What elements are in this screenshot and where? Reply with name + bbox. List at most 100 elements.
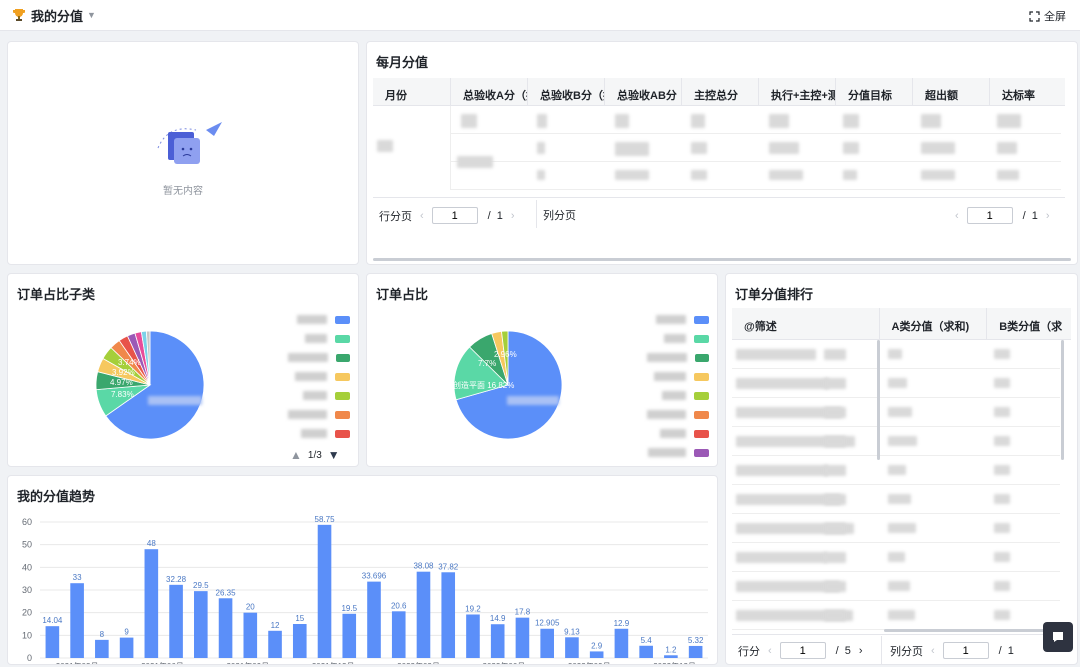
trend-bar[interactable] — [441, 572, 456, 658]
ranking-next-icon[interactable]: › — [859, 645, 863, 657]
trend-bar[interactable] — [540, 628, 554, 658]
legend-item[interactable] — [288, 367, 350, 386]
ranking-col-prev-icon[interactable]: ‹ — [931, 645, 935, 657]
col-header-a-sum[interactable]: A类分值（求和) — [880, 308, 988, 339]
trend-bar[interactable] — [490, 624, 505, 658]
bar-value-label: 9.13 — [564, 627, 580, 636]
col-header-ab-score[interactable]: 总验收AB分（ — [605, 78, 682, 105]
row-page-input[interactable] — [431, 207, 478, 224]
trend-bar[interactable] — [416, 571, 431, 658]
legend-swatch — [335, 334, 350, 343]
trend-bar[interactable] — [317, 524, 332, 658]
bar-value-label: 33 — [73, 573, 82, 582]
table-row[interactable] — [732, 514, 1060, 543]
trend-bar[interactable] — [218, 598, 233, 658]
score-trend-card: 我的分值趋势 0 10 20 30 40 50 60 14.04 33 8 9 48 32.28 29.5… — [7, 475, 718, 665]
bar-value-label: 26.35 — [216, 588, 237, 597]
trend-bar[interactable] — [144, 549, 159, 658]
legend-item[interactable] — [647, 310, 709, 329]
trend-bar[interactable] — [292, 624, 307, 658]
page-title[interactable]: 我的分值 — [31, 6, 83, 25]
legend-item[interactable] — [647, 443, 709, 462]
legend-item[interactable] — [647, 348, 709, 367]
trend-bar[interactable] — [95, 639, 109, 658]
trend-bar[interactable] — [664, 655, 678, 658]
col-header-master-score[interactable]: 主控总分 — [682, 78, 759, 105]
trend-bar[interactable] — [342, 613, 357, 658]
table-row[interactable] — [732, 456, 1060, 485]
ranking-prev-icon[interactable]: ‹ — [768, 645, 772, 657]
prev-page-icon[interactable]: ‹ — [420, 210, 424, 222]
trend-bar[interactable] — [119, 637, 134, 658]
trend-bar[interactable] — [589, 651, 604, 658]
trend-bar[interactable] — [70, 583, 84, 658]
legend-item[interactable] — [647, 386, 709, 405]
trend-bar[interactable] — [565, 637, 579, 658]
table-row[interactable] — [732, 340, 1060, 369]
trend-bar[interactable] — [639, 645, 653, 658]
legend-item[interactable] — [288, 310, 350, 329]
ranking-col-page-input[interactable] — [942, 642, 989, 659]
legend-item[interactable] — [288, 348, 350, 367]
trend-bar[interactable] — [688, 645, 703, 658]
legend-item[interactable] — [647, 405, 709, 424]
trend-bar[interactable] — [45, 626, 60, 658]
legend-prev-icon[interactable]: ▲ — [290, 448, 302, 462]
col-header-b-sum[interactable]: B类分值（求 — [987, 308, 1071, 339]
bar-value-label: 14.04 — [42, 616, 63, 625]
bar-value-label: 12.9 — [614, 619, 630, 628]
trend-bar[interactable] — [391, 611, 406, 658]
col-header-exec-total[interactable]: 执行+主控+测 — [759, 78, 836, 105]
sub-pie-label-1: 7.83% — [111, 390, 134, 399]
col-header-rate[interactable]: 达标率 — [990, 78, 1065, 105]
ranking-scrollbar-right[interactable] — [1061, 340, 1064, 460]
table-row[interactable] — [732, 427, 1060, 456]
legend-swatch — [694, 372, 709, 381]
y-tick-label: 50 — [22, 540, 32, 550]
ranking-hscrollbar[interactable] — [884, 629, 1054, 632]
legend-item[interactable] — [288, 329, 350, 348]
chat-button[interactable] — [1043, 622, 1073, 652]
trend-bar[interactable] — [466, 614, 480, 658]
ranking-row-page-input[interactable] — [779, 642, 826, 659]
fullscreen-button[interactable]: 全屏 — [1029, 8, 1066, 24]
trend-bar[interactable] — [367, 581, 381, 658]
table-row[interactable] — [732, 398, 1060, 427]
ranking-scrollbar-left[interactable] — [877, 340, 880, 460]
legend-item[interactable] — [288, 424, 350, 443]
legend-next-icon[interactable]: ▼ — [328, 448, 340, 462]
legend-item[interactable] — [647, 424, 709, 443]
legend-item[interactable] — [647, 329, 709, 348]
col-header-excess[interactable]: 超出额 — [913, 78, 990, 105]
col-header-month[interactable]: 月份 — [373, 78, 451, 105]
title-dropdown-icon[interactable]: ▼ — [87, 10, 96, 20]
next-page-icon[interactable]: › — [511, 210, 515, 222]
col-header-target[interactable]: 分值目标 — [836, 78, 913, 105]
table-row[interactable] — [732, 572, 1060, 601]
table-row[interactable] — [732, 485, 1060, 514]
next-col-page-icon[interactable]: › — [1046, 210, 1050, 222]
legend-item[interactable] — [288, 405, 350, 424]
col-page-input[interactable] — [966, 207, 1013, 224]
trend-bar[interactable] — [515, 617, 530, 658]
trend-bar[interactable] — [243, 612, 258, 658]
legend-item[interactable] — [647, 367, 709, 386]
ranking-table-header: @筛述 A类分值（求和) B类分值（求 — [732, 308, 1071, 340]
trend-bar[interactable] — [268, 630, 282, 658]
table-row[interactable] — [732, 601, 1060, 630]
trend-bar[interactable] — [169, 584, 183, 658]
prev-col-page-icon[interactable]: ‹ — [955, 210, 959, 222]
horizontal-scrollbar[interactable] — [373, 258, 1071, 261]
score-trend-chart[interactable]: 0 10 20 30 40 50 60 14.04 33 8 9 48 32.28 29.5 26.35 20… — [8, 512, 717, 664]
legend-item[interactable] — [288, 386, 350, 405]
col-header-desc[interactable]: @筛述 — [732, 308, 880, 339]
trend-bar[interactable] — [614, 628, 629, 658]
table-row[interactable] — [732, 543, 1060, 572]
monthly-score-title: 每月分值 — [376, 55, 429, 70]
bar-value-label: 19.5 — [341, 604, 357, 613]
col-header-b-score[interactable]: 总验收B分（执 — [528, 78, 605, 105]
trend-bar[interactable] — [194, 591, 208, 658]
table-row[interactable] — [732, 369, 1060, 398]
col-header-a-score[interactable]: 总验收A分（执 — [451, 78, 528, 105]
order-subcategory-title: 订单占比子类 — [17, 287, 96, 302]
